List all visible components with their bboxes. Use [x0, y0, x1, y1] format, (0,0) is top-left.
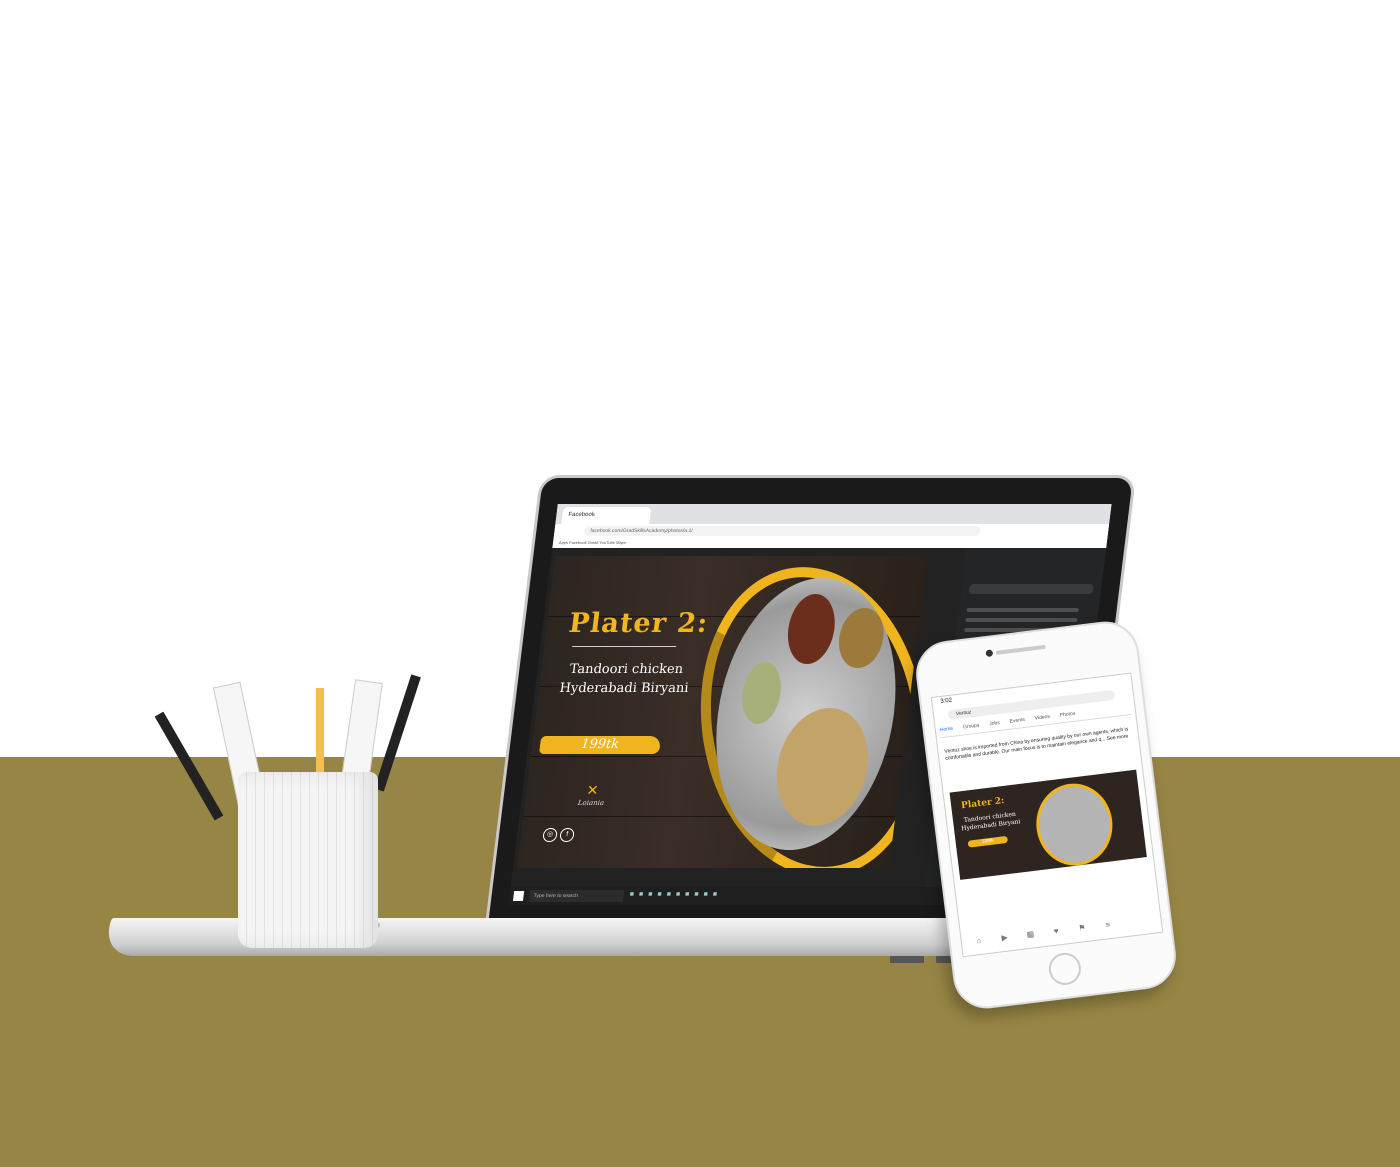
- tab-photos[interactable]: Photos: [1059, 711, 1075, 719]
- taskbar-app-icons[interactable]: ■■■■■■■■■■: [629, 891, 722, 898]
- phone-food-banner[interactable]: Plater 2: Tandoori chicken Hyderabadi Bi…: [949, 769, 1147, 880]
- food-banner: Plater 2: Tandoori chicken Hyderabadi Bi…: [516, 556, 928, 868]
- laptop-base: [98, 918, 1012, 956]
- dish-line-2: Hyderabadi Biryani: [558, 681, 690, 696]
- tab-jobs[interactable]: Jobs: [989, 720, 1000, 727]
- earpiece: [995, 644, 1046, 655]
- tandoori-chicken: [784, 594, 839, 664]
- marketplace-icon[interactable]: ▦: [1017, 928, 1044, 940]
- menu-icon[interactable]: ≡: [1094, 919, 1121, 931]
- price-badge: 199tk: [538, 736, 662, 754]
- front-camera: [985, 649, 994, 658]
- restaurant-logo: ✕ Loiania: [570, 782, 613, 807]
- phone-banner-dish: Tandoori chicken Hyderabadi Biryani: [957, 810, 1024, 834]
- facebook-icon: f: [559, 828, 575, 842]
- post-text-line: [965, 618, 1078, 622]
- phone-banner-title: Plater 2:: [960, 796, 1005, 812]
- watch-icon[interactable]: ▶: [991, 931, 1018, 943]
- bookmarks-bar[interactable]: Apps Facebook Gmail YouTube Maps: [552, 538, 1108, 548]
- address-bar[interactable]: facebook.com/GradSkillsAcademy/photos/a.…: [583, 526, 981, 536]
- notifications-icon[interactable]: ♥: [1043, 925, 1070, 937]
- post-text-line: [966, 608, 1079, 612]
- browser-tab[interactable]: Facebook: [561, 507, 652, 524]
- pages-icon[interactable]: ⚑: [1069, 922, 1096, 934]
- banner-title: Plater 2:: [567, 608, 711, 639]
- tab-home[interactable]: Home: [940, 726, 954, 734]
- pencil-cup: [238, 772, 378, 948]
- logo-text: Loiania: [577, 799, 605, 807]
- browser-address-row: facebook.com/GradSkillsAcademy/photos/a.…: [553, 524, 1110, 539]
- phone-price-badge: 199tk: [967, 835, 1009, 848]
- status-time: 3:02: [940, 697, 953, 705]
- tab-groups[interactable]: Groups: [963, 722, 980, 730]
- phone-bottom-nav: ⌂ ▶ ▦ ♥ ⚑ ≡: [965, 914, 1157, 951]
- phone-screen: 3:02 Ventuz Home Groups Jobs Events Videos Ph…: [930, 672, 1164, 958]
- dish-line-1: Tandoori chicken: [568, 662, 684, 677]
- tab-videos[interactable]: Videos: [1034, 714, 1050, 722]
- browser-tab-bar: Facebook: [555, 504, 1112, 524]
- salad: [835, 608, 887, 668]
- home-button[interactable]: [1047, 951, 1083, 987]
- post-header: [968, 584, 1094, 594]
- smartphone: 3:02 Ventuz Home Groups Jobs Events Videos Ph…: [912, 617, 1180, 1013]
- usb-port: [890, 956, 924, 963]
- chutney: [738, 662, 785, 724]
- banner-dish: Tandoori chicken Hyderabadi Biryani: [548, 660, 703, 698]
- phone-plate: [1031, 779, 1118, 870]
- mockup-scene: Facebook facebook.com/GradSkillsAcademy/…: [0, 0, 1400, 1167]
- banner-divider: [572, 646, 677, 647]
- social-icons: ◎ f: [542, 828, 578, 842]
- tab-events[interactable]: Events: [1009, 717, 1025, 725]
- instagram-icon: ◎: [542, 828, 558, 842]
- home-icon[interactable]: ⌂: [965, 935, 992, 947]
- flame-icon: ✕: [585, 782, 600, 798]
- windows-start-icon[interactable]: [512, 891, 525, 901]
- taskbar-search[interactable]: Type here to search: [528, 890, 625, 902]
